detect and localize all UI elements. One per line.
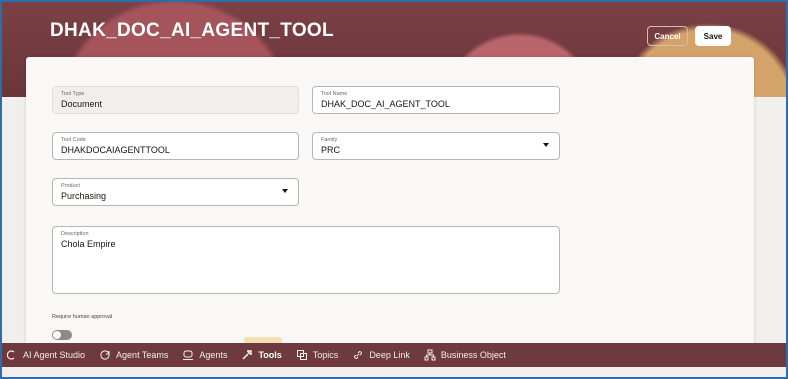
nav-item-tools[interactable]: Tools xyxy=(241,349,282,361)
agent-teams-icon xyxy=(99,349,111,361)
product-value[interactable]: Purchasing xyxy=(61,190,290,202)
description-textarea[interactable]: Description Chola Empire xyxy=(52,226,560,294)
business-object-icon xyxy=(424,349,436,361)
agents-icon xyxy=(182,349,194,361)
tool-type-label: Tool Type xyxy=(61,91,85,97)
nav-item-deep-link[interactable]: Deep Link xyxy=(352,349,410,361)
nav-label: Deep Link xyxy=(369,350,410,360)
tool-name-value[interactable]: DHAK_DOC_AI_AGENT_TOOL xyxy=(321,98,551,110)
app-frame: DHAK_DOC_AI_AGENT_TOOL Cancel Save Tool … xyxy=(0,0,788,379)
page-title: DHAK_DOC_AI_AGENT_TOOL xyxy=(50,20,334,41)
nav-label: Agents xyxy=(199,350,228,360)
family-label: Family xyxy=(321,137,338,143)
chevron-down-icon[interactable] xyxy=(282,189,288,193)
nav-item-ai-agent-studio[interactable]: AI Agent Studio xyxy=(2,349,85,361)
product-select[interactable]: Product Purchasing xyxy=(52,178,299,206)
nav-label: Tools xyxy=(258,350,282,360)
tools-icon xyxy=(241,349,253,361)
tool-type-value: Document xyxy=(61,99,103,109)
nav-label: Agent Teams xyxy=(116,350,169,360)
family-value[interactable]: PRC xyxy=(321,144,551,156)
nav-item-business-object[interactable]: Business Object xyxy=(424,349,506,361)
require-approval-toggle[interactable] xyxy=(52,330,72,340)
tool-code-value[interactable]: DHAKDOCAIAGENTTOOL xyxy=(61,144,290,156)
tool-type-field: Tool Type Document xyxy=(52,86,299,114)
nav-label: Business Object xyxy=(440,350,506,360)
tool-name-field[interactable]: Tool Name DHAK_DOC_AI_AGENT_TOOL xyxy=(312,86,560,114)
topics-icon xyxy=(296,349,308,361)
link-icon xyxy=(352,349,364,361)
studio-icon xyxy=(6,349,18,361)
chevron-down-icon[interactable] xyxy=(543,143,549,147)
cancel-button[interactable]: Cancel xyxy=(647,26,688,46)
description-label: Description xyxy=(61,231,89,237)
nav-label: AI Agent Studio xyxy=(23,350,86,360)
product-label: Product xyxy=(61,183,80,189)
nav-label: Topics xyxy=(312,350,339,360)
tool-code-field[interactable]: Tool Code DHAKDOCAIAGENTTOOL xyxy=(52,132,299,160)
save-button[interactable]: Save xyxy=(695,26,731,46)
nav-item-agent-teams[interactable]: Agent Teams xyxy=(99,349,168,361)
nav-item-topics[interactable]: Topics xyxy=(296,349,339,361)
tool-name-label: Tool Name xyxy=(321,91,348,97)
family-select[interactable]: Family PRC xyxy=(312,132,560,160)
require-approval-label: Require human approval xyxy=(52,314,113,320)
bottom-navigation: AI Agent Studio Agent Teams Agents Tools… xyxy=(2,343,786,367)
tool-code-label: Tool Code xyxy=(61,137,86,143)
nav-item-agents[interactable]: Agents xyxy=(182,349,227,361)
description-value[interactable]: Chola Empire xyxy=(61,238,551,250)
